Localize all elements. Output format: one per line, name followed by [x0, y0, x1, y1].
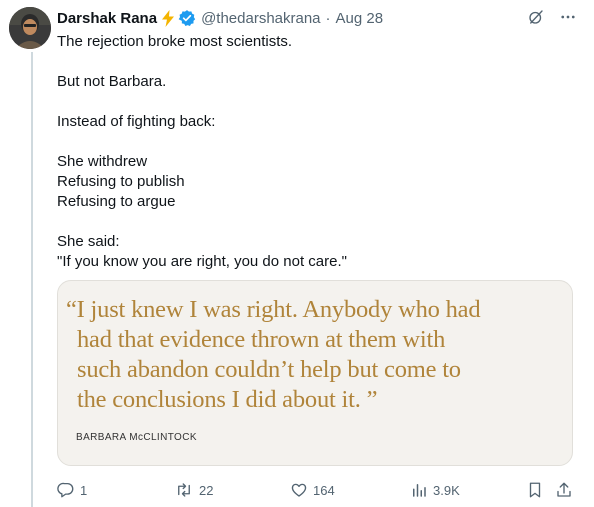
like-icon: [290, 481, 308, 499]
author-name[interactable]: Darshak Rana: [57, 10, 157, 27]
more-icon[interactable]: [559, 8, 577, 26]
avatar[interactable]: [9, 7, 51, 49]
tweet-header: Darshak Rana @thedarshakrana · Aug 28: [57, 8, 383, 28]
views-count: 3.9K: [433, 482, 460, 498]
lightning-icon: [161, 9, 175, 27]
tweet-text: The rejection broke most scientists. But…: [57, 32, 577, 272]
bookmark-button[interactable]: [527, 481, 543, 499]
quote-text: “I just knew I was right. Anybody who ha…: [66, 295, 556, 415]
repost-button[interactable]: 22: [174, 481, 213, 499]
bookmark-icon: [527, 481, 543, 499]
quote-image-card[interactable]: “I just knew I was right. Anybody who ha…: [57, 280, 573, 466]
share-button[interactable]: [555, 481, 573, 499]
like-button[interactable]: 164: [290, 481, 335, 499]
quote-line: “I just knew I was right. Anybody who ha…: [66, 296, 481, 323]
quote-line: the conclusions I did about it. ”: [77, 386, 378, 413]
tweet-line: But not Barbara.: [57, 73, 167, 90]
views-icon: [410, 481, 428, 499]
tweet-line: She said:: [57, 233, 120, 250]
repost-icon: [174, 481, 194, 499]
grok-icon[interactable]: [527, 8, 545, 26]
reply-count: 1: [80, 482, 88, 498]
tweet-line: The rejection broke most scientists.: [57, 33, 293, 50]
reply-button[interactable]: 1: [57, 481, 87, 499]
action-bar: 1 22 164 3.9K: [57, 481, 577, 501]
thread-line: [31, 52, 33, 507]
quote-line: such abandon couldn’t help but come to: [77, 356, 461, 383]
share-icon: [555, 481, 573, 499]
tweet-line: Refusing to publish: [57, 173, 185, 190]
separator-dot: ·: [325, 9, 331, 27]
quote-line: had that evidence thrown at them with: [77, 326, 446, 353]
tweet-line: Instead of fighting back:: [57, 113, 216, 130]
views-button[interactable]: 3.9K: [410, 481, 460, 499]
like-count: 164: [313, 482, 335, 498]
avatar-image: [9, 7, 51, 49]
verified-badge-icon: [178, 9, 196, 27]
tweet-line: She withdrew: [57, 153, 148, 170]
author-handle[interactable]: @thedarshakrana: [201, 10, 320, 27]
quote-attribution: BARBARA McCLINTOCK: [76, 432, 197, 443]
tweet-line: Refusing to argue: [57, 193, 176, 210]
tweet-line: "If you know you are right, you do not c…: [57, 253, 347, 270]
tweet-date[interactable]: Aug 28: [336, 10, 384, 27]
reply-icon: [57, 481, 75, 499]
repost-count: 22: [199, 482, 214, 498]
top-actions: [527, 8, 577, 26]
